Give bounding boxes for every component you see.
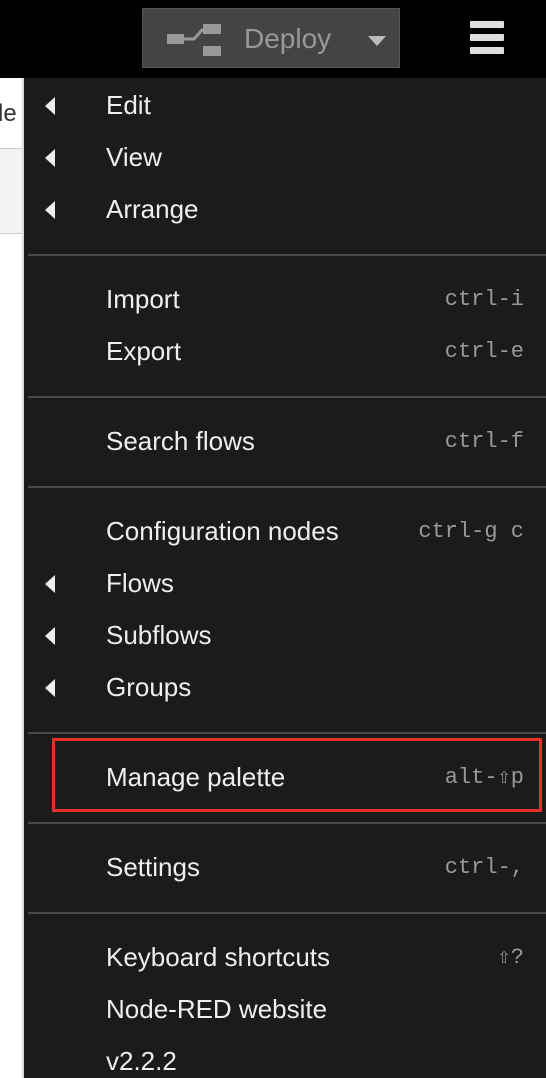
menu-item-arrange[interactable]: Arrange: [24, 184, 546, 236]
caret-left-icon: [45, 575, 55, 593]
menu-divider: [28, 912, 546, 914]
menu-divider: [28, 486, 546, 488]
deploy-button[interactable]: Deploy: [142, 8, 400, 68]
menu-item-label: Keyboard shortcuts: [106, 942, 331, 972]
caret-left-icon: [45, 201, 55, 219]
menu-divider: [28, 732, 546, 734]
menu-item-label: Search flows: [106, 426, 255, 456]
main-menu-dropdown: Edit View Arrange Import ctrl-i Export c…: [22, 78, 546, 1078]
version-label: v2.2.2: [106, 1046, 177, 1076]
menu-item-label: Node-RED website: [106, 994, 328, 1024]
workspace-tab-label: le: [0, 100, 17, 127]
menu-item-label: Edit: [106, 90, 151, 120]
deploy-flow-icon: [167, 24, 221, 56]
menu-item-keyboard-shortcuts[interactable]: Keyboard shortcuts ⇧?: [24, 932, 546, 984]
workspace-toolbar: [0, 149, 24, 234]
caret-left-icon: [45, 149, 55, 167]
node-red-editor: Deploy le Edit View Arrange Import ctrl-…: [0, 0, 546, 1078]
menu-item-label: Groups: [106, 672, 192, 702]
menu-item-edit[interactable]: Edit: [24, 80, 546, 132]
caret-down-icon[interactable]: [368, 36, 386, 46]
menu-item-label: View: [106, 142, 162, 172]
hamburger-menu-icon[interactable]: [470, 21, 506, 55]
menu-item-label: Arrange: [106, 194, 199, 224]
menu-item-shortcut: ctrl-f: [444, 429, 524, 454]
menu-item-shortcut: ctrl-e: [444, 339, 524, 364]
menu-item-label: Settings: [106, 852, 200, 882]
menu-item-settings[interactable]: Settings ctrl-,: [24, 842, 546, 894]
menu-item-shortcut: ctrl-,: [444, 855, 524, 880]
menu-divider: [28, 254, 546, 256]
deploy-label: Deploy: [244, 23, 332, 54]
menu-item-version: v2.2.2: [24, 1036, 546, 1078]
menu-divider: [28, 822, 546, 824]
highlight-box: [52, 738, 542, 812]
header-bar: Deploy: [0, 0, 546, 78]
menu-item-configuration-nodes[interactable]: Configuration nodes ctrl-g c: [24, 506, 546, 558]
menu-item-label: Configuration nodes: [106, 516, 339, 546]
menu-divider: [28, 396, 546, 398]
menu-item-flows[interactable]: Flows: [24, 558, 546, 610]
menu-item-import[interactable]: Import ctrl-i: [24, 274, 546, 326]
menu-item-shortcut: ctrl-g c: [418, 519, 524, 544]
menu-item-node-red-website[interactable]: Node-RED website: [24, 984, 546, 1036]
caret-left-icon: [45, 679, 55, 697]
menu-item-groups[interactable]: Groups: [24, 662, 546, 714]
menu-item-shortcut: ctrl-i: [444, 287, 524, 312]
menu-item-search-flows[interactable]: Search flows ctrl-f: [24, 416, 546, 468]
workspace-tab[interactable]: le: [0, 78, 24, 149]
menu-item-label: Export: [106, 336, 182, 366]
menu-item-label: Import: [106, 284, 180, 314]
menu-item-shortcut: ⇧?: [497, 945, 524, 970]
menu-item-label: Flows: [106, 568, 174, 598]
caret-left-icon: [45, 97, 55, 115]
menu-item-view[interactable]: View: [24, 132, 546, 184]
menu-item-subflows[interactable]: Subflows: [24, 610, 546, 662]
menu-item-export[interactable]: Export ctrl-e: [24, 326, 546, 378]
caret-left-icon: [45, 627, 55, 645]
menu-item-label: Subflows: [106, 620, 212, 650]
